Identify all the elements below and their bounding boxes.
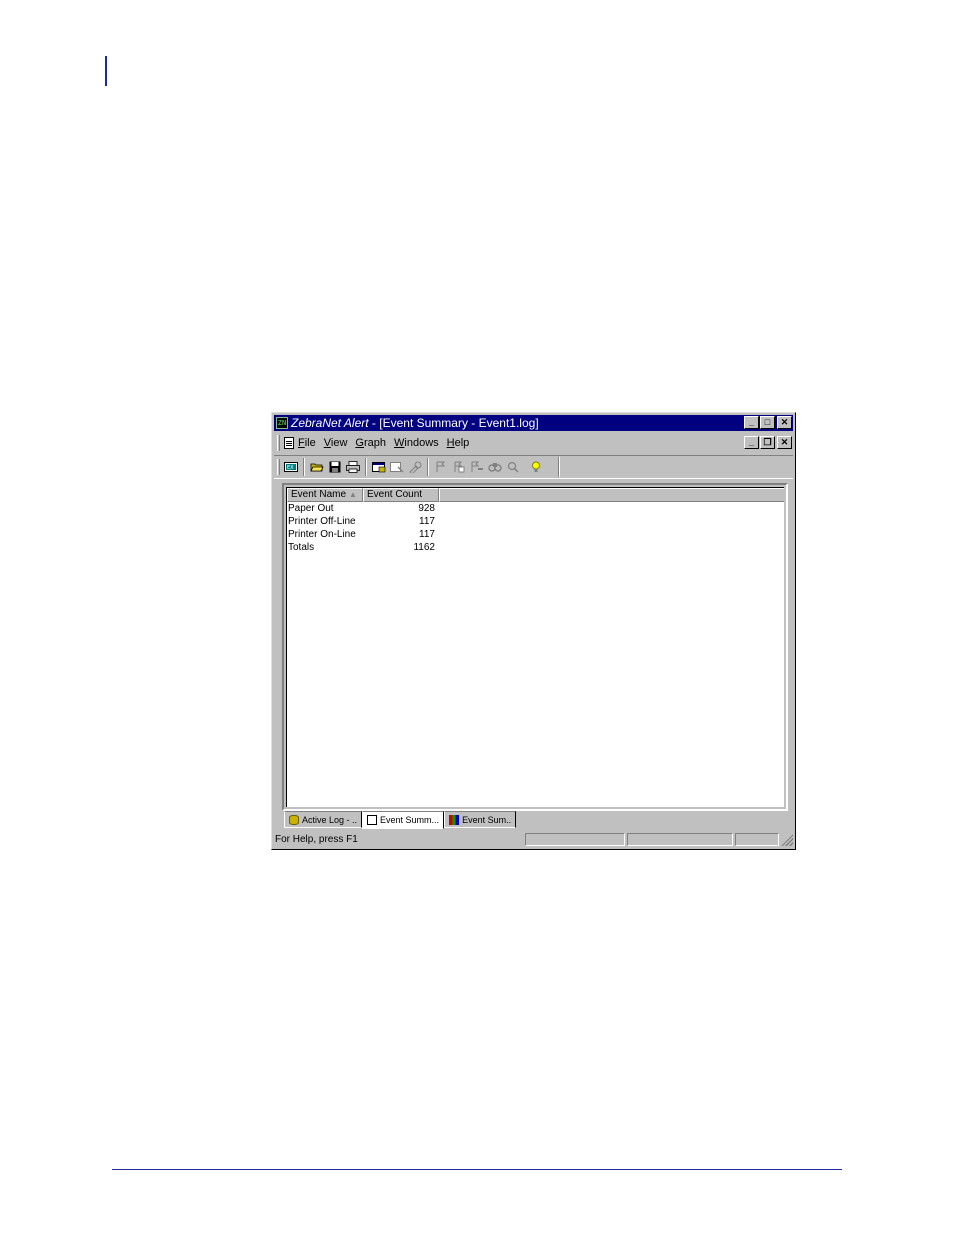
tab-active-log-label: Active Log - .. — [302, 814, 358, 825]
minimize-button[interactable]: _ — [744, 416, 759, 429]
window-tabs: Active Log - .. Event Summ... Event Sum.… — [284, 811, 517, 829]
event-count-cell: 928 — [418, 503, 435, 514]
child-minimize-button[interactable]: _ — [744, 436, 759, 449]
status-pane — [735, 833, 779, 846]
menu-file-label: ile — [304, 437, 316, 449]
child-restore-button[interactable]: ❐ — [760, 436, 775, 449]
column-header-filler — [439, 488, 784, 502]
filter-alt-icon[interactable] — [469, 459, 485, 475]
list-item[interactable]: Printer Off-Line 117 — [287, 515, 784, 528]
tab-event-summary-label: Event Summ... — [380, 815, 440, 825]
menu-file[interactable]: File — [298, 437, 316, 449]
menu-help-key: H — [446, 437, 455, 449]
child-window-controls: _ ❐ ✕ — [743, 436, 792, 449]
toolbar: EX — [274, 455, 793, 479]
maximize-button[interactable]: □ — [760, 416, 775, 429]
event-name-cell: Printer Off-Line — [288, 516, 356, 527]
properties-icon[interactable] — [407, 459, 423, 475]
event-summary-list[interactable]: Event Name ▲ Event Count Paper Out 928 Pr… — [286, 487, 784, 807]
resize-grip-icon[interactable] — [781, 833, 793, 846]
menu-graph-label: raph — [363, 437, 386, 449]
toolbar-end-divider — [558, 457, 559, 477]
window-title: ZebraNet Alert - [Event Summary - Event1… — [291, 416, 539, 430]
tab-active-log[interactable]: Active Log - .. — [284, 811, 363, 828]
chart-icon — [449, 814, 460, 825]
menu-windows-key: W — [394, 437, 405, 449]
column-header-event-count[interactable]: Event Count — [363, 488, 439, 502]
event-count-cell: 117 — [419, 516, 435, 527]
tab-event-summary[interactable]: Event Summ... — [362, 811, 445, 829]
app-window: ZN ZebraNet Alert - [Event Summary - Eve… — [271, 412, 796, 850]
tab-event-summary-graph[interactable]: Event Sum.. — [444, 811, 517, 828]
menu-graph-key: G — [355, 437, 364, 449]
status-pane — [627, 833, 733, 846]
database-icon — [289, 814, 299, 825]
list-header: Event Name ▲ Event Count — [287, 488, 784, 502]
child-document-icon[interactable] — [284, 437, 294, 449]
menu-graph[interactable]: Graph — [355, 437, 386, 449]
child-close-button[interactable]: ✕ — [777, 436, 792, 449]
list-item[interactable]: Printer On-Line 117 — [287, 528, 784, 541]
footer-rule — [112, 1169, 842, 1170]
list-item[interactable]: Paper Out 928 — [287, 502, 784, 515]
menu-bar: File View Graph Windows Help _ ❐ ✕ — [274, 433, 793, 453]
column-header-event-name[interactable]: Event Name ▲ — [287, 488, 363, 502]
status-pane — [525, 833, 625, 846]
zoom-icon[interactable] — [505, 459, 521, 475]
toolbar-separator — [427, 458, 429, 476]
window-title-app: ZebraNet Alert — [291, 416, 369, 430]
find-icon[interactable] — [487, 459, 503, 475]
mdi-client: Event Name ▲ Event Count Paper Out 928 Pr… — [282, 483, 788, 811]
window-controls: _ □ ✕ — [743, 416, 792, 429]
sort-ascending-icon: ▲ — [349, 490, 357, 499]
app-icon[interactable]: ZN — [276, 417, 288, 429]
export-icon[interactable]: EX — [283, 459, 299, 475]
view-log-icon[interactable] — [389, 459, 405, 475]
filter-copy-icon[interactable] — [451, 459, 467, 475]
menu-windows-label: indows — [404, 437, 439, 449]
title-bar[interactable]: ZN ZebraNet Alert - [Event Summary - Eve… — [274, 415, 793, 431]
event-name-cell: Totals — [288, 542, 315, 553]
toolbar-grip[interactable] — [277, 459, 280, 475]
filter-icon[interactable] — [433, 459, 449, 475]
document-icon — [367, 815, 378, 825]
window-title-document: - [Event Summary - Event1.log] — [368, 416, 539, 430]
open-folder-icon[interactable] — [309, 459, 325, 475]
event-count-cell: 1162 — [413, 542, 435, 553]
tab-event-summary-graph-label: Event Sum.. — [462, 814, 512, 825]
svg-text:EX: EX — [287, 465, 294, 471]
menu-view-label: iew — [330, 437, 348, 449]
menu-help[interactable]: Help — [447, 437, 470, 449]
event-name-cell: Paper Out — [288, 503, 334, 514]
status-bar: For Help, press F1 — [274, 832, 793, 847]
toolbar-separator — [303, 458, 305, 476]
help-bulb-icon[interactable] — [528, 459, 544, 475]
save-icon[interactable] — [327, 459, 343, 475]
menubar-grip[interactable] — [277, 435, 280, 451]
add-log-icon[interactable] — [371, 459, 387, 475]
event-name-cell: Printer On-Line — [288, 529, 356, 540]
print-icon[interactable] — [345, 459, 361, 475]
close-button[interactable]: ✕ — [777, 416, 792, 429]
menu-windows[interactable]: Windows — [394, 437, 439, 449]
event-count-cell: 117 — [419, 529, 435, 540]
column-header-event-name-label: Event Name — [291, 489, 347, 500]
menu-view-key: V — [323, 437, 331, 449]
page-margin-bar — [105, 56, 107, 86]
menu-help-label: elp — [454, 437, 470, 449]
menu-view[interactable]: View — [324, 437, 348, 449]
list-item[interactable]: Totals 1162 — [287, 541, 784, 554]
toolbar-separator — [365, 458, 367, 476]
menu-file-key: F — [298, 437, 305, 449]
status-text: For Help, press F1 — [275, 834, 358, 845]
